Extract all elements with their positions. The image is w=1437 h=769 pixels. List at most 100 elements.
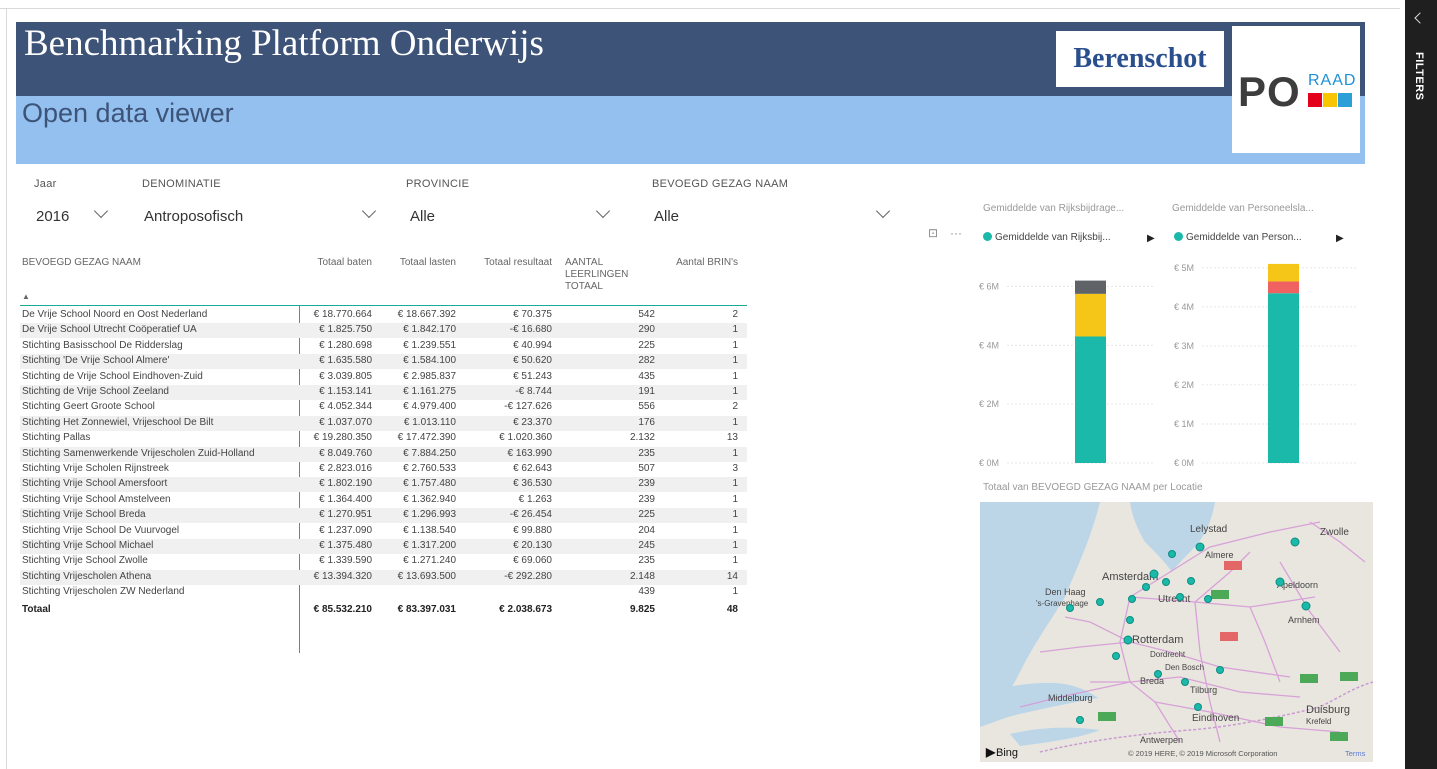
bar-segment-yellow[interactable] — [1268, 263, 1299, 282]
map-bubble[interactable] — [1142, 583, 1150, 591]
slicer-bevoegd-dropdown[interactable]: Alle — [646, 200, 898, 234]
table-row[interactable]: Stichting de Vrije School Eindhoven-Zuid… — [20, 370, 747, 385]
map-bubble[interactable] — [1126, 616, 1134, 624]
table-row[interactable]: Stichting Samenwerkende Vrijescholen Zui… — [20, 446, 747, 462]
map-terms-link[interactable]: Terms — [1345, 749, 1366, 758]
table-row[interactable]: Stichting Pallas € 19.280.350 € 17.472.390… — [20, 431, 747, 446]
map-bubble[interactable] — [1076, 716, 1084, 724]
map-bubble[interactable] — [1168, 550, 1176, 558]
map-bubble[interactable] — [1096, 598, 1104, 606]
map-bubble[interactable] — [1275, 577, 1285, 587]
chart2-legend-label: Gemiddelde van Person... — [1186, 232, 1302, 243]
map-bubble[interactable] — [1149, 569, 1159, 579]
map-visual[interactable]: Lelystad Zwolle Almere Amsterdam Apeldoo… — [980, 502, 1373, 762]
total-cell: € 83.397.031 — [397, 603, 456, 615]
table-cell: 439 — [638, 586, 655, 598]
column-header-resultaat[interactable]: Totaal resultaat — [464, 257, 552, 269]
y-tick-label: € 5M — [1174, 263, 1194, 273]
city-label: Den Bosch — [1165, 663, 1204, 672]
table-row[interactable]: Stichting Vrije School Breda € 1.270.951 €… — [20, 508, 747, 524]
table-cell: € 1.263 — [518, 493, 552, 505]
location-bubbles[interactable] — [1066, 537, 1311, 724]
map-bubble[interactable] — [1301, 601, 1311, 611]
chart2-legend[interactable]: Gemiddelde van Person... — [1174, 232, 1302, 243]
table-row[interactable]: Stichting Vrije School Amersfoort € 1.802… — [20, 477, 747, 493]
map-bubble[interactable] — [1176, 593, 1184, 601]
map-copyright: © 2019 HERE, © 2019 Microsoft Corporatio… — [1128, 749, 1277, 758]
table-row[interactable]: Stichting Geert Groote School € 4.052.344… — [20, 400, 747, 415]
table-row[interactable]: Stichting Vrijescholen Athena € 13.394.32… — [20, 569, 747, 585]
table-row[interactable]: De Vrije School Noord en Oost Nederland €… — [20, 308, 747, 323]
bar-segment-red[interactable] — [1268, 281, 1299, 294]
map-bubble[interactable] — [1194, 703, 1202, 711]
sort-arrow-icon[interactable]: ▲ — [22, 291, 30, 303]
table-row[interactable]: Stichting Vrije School De Vuurvogel € 1.2… — [20, 524, 747, 539]
map-bubble[interactable] — [1181, 678, 1189, 686]
chevron-down-icon[interactable] — [875, 203, 891, 219]
chart1-legend-label: Gemiddelde van Rijksbij... — [995, 232, 1111, 243]
column-header-naam[interactable]: BEVOEGD GEZAG NAAM — [22, 257, 292, 269]
chevron-down-icon[interactable] — [93, 203, 109, 219]
bar-segment-teal[interactable] — [1075, 336, 1106, 463]
table-row[interactable]: Stichting Vrijescholen ZW Nederland 439 1 — [20, 585, 747, 600]
chevron-down-icon[interactable] — [361, 203, 377, 219]
table-row[interactable]: Stichting Het Zonnewiel, Vrijeschool De … — [20, 415, 747, 431]
map-bubble[interactable] — [1216, 666, 1224, 674]
filters-label: FILTERS — [1413, 52, 1425, 101]
table-row[interactable]: Stichting Vrije School Zwolle € 1.339.590… — [20, 554, 747, 569]
more-options-icon[interactable]: ··· — [950, 226, 962, 240]
table-cell: Stichting Basisschool De Ridderslag — [22, 339, 183, 351]
collapse-chevron-icon[interactable] — [1414, 12, 1426, 24]
table-cell: € 1.635.580 — [319, 355, 372, 367]
table-cell: € 1.364.400 — [319, 493, 372, 505]
map-svg[interactable]: Lelystad Zwolle Almere Amsterdam Apeldoo… — [980, 502, 1373, 762]
table-row[interactable]: De Vrije School Utrecht Coöperatief UA € … — [20, 323, 747, 339]
table-cell: € 1.584.100 — [403, 355, 456, 367]
slicer-jaar-dropdown[interactable]: 2016 — [28, 200, 120, 234]
map-bubble[interactable] — [1112, 652, 1120, 660]
chart2-legend-next-icon[interactable]: ▶ — [1336, 233, 1344, 244]
chart1-legend[interactable]: Gemiddelde van Rijksbij... — [983, 232, 1111, 243]
chart1-legend-next-icon[interactable]: ▶ — [1147, 233, 1155, 244]
filters-pane[interactable]: FILTERS — [1405, 0, 1437, 769]
road-shield-red — [1224, 561, 1242, 570]
chart2-title: Gemiddelde van Personeelsla... — [1172, 203, 1314, 214]
table-cell: € 1.280.698 — [319, 339, 372, 351]
slicer-denominatie-value: Antroposofisch — [144, 208, 244, 225]
table-cell: € 1.153.141 — [319, 386, 372, 397]
po-logo-text: PO — [1238, 68, 1301, 115]
table-row[interactable]: Stichting Basisschool De Ridderslag € 1.2… — [20, 339, 747, 354]
table-cell: 225 — [638, 509, 655, 521]
map-bubble[interactable] — [1154, 670, 1162, 678]
map-bubble[interactable] — [1123, 635, 1133, 645]
column-header-baten[interactable]: Totaal baten — [300, 257, 373, 269]
column-header-lasten[interactable]: Totaal lasten — [378, 257, 456, 269]
map-bubble[interactable] — [1290, 537, 1300, 547]
map-bubble[interactable] — [1066, 604, 1074, 612]
table-cell: € 2.823.016 — [319, 463, 372, 474]
map-bubble[interactable] — [1195, 542, 1205, 552]
bar-segment-teal[interactable] — [1268, 293, 1299, 463]
slicer-provincie-dropdown[interactable]: Alle — [402, 200, 626, 234]
chevron-down-icon[interactable] — [595, 203, 611, 219]
column-header-brins[interactable]: Aantal BRIN's — [650, 257, 738, 269]
column-header-leerlingen[interactable]: AANTAL LEERLINGEN TOTAAL — [565, 257, 635, 293]
table-row[interactable]: Stichting Vrije School Michael € 1.375.48… — [20, 539, 747, 554]
table-row[interactable]: Stichting Vrije School Amstelveen € 1.364… — [20, 493, 747, 508]
map-bubble[interactable] — [1204, 595, 1212, 603]
table-cell: € 1.339.590 — [319, 555, 372, 567]
focus-mode-icon[interactable]: ⊡ — [928, 226, 938, 240]
bar-segment-yellow[interactable] — [1075, 293, 1106, 337]
table-cell: € 1.237.090 — [319, 524, 372, 536]
map-bubble[interactable] — [1162, 578, 1170, 586]
table-cell: 1 — [732, 355, 738, 367]
table-row[interactable]: Stichting Vrije Scholen Rijnstreek € 2.82… — [20, 462, 747, 477]
table-row[interactable]: Stichting 'De Vrije School Almere' € 1.63… — [20, 354, 747, 370]
slicer-denominatie-dropdown[interactable]: Antroposofisch — [136, 200, 382, 234]
map-bubble[interactable] — [1128, 595, 1136, 603]
table-cell: 1 — [732, 509, 738, 521]
total-cell: 9.825 — [629, 603, 655, 615]
map-bubble[interactable] — [1187, 577, 1195, 585]
bar-segment-gray[interactable] — [1075, 280, 1106, 294]
table-row[interactable]: Stichting de Vrije School Zeeland € 1.153… — [20, 385, 747, 400]
